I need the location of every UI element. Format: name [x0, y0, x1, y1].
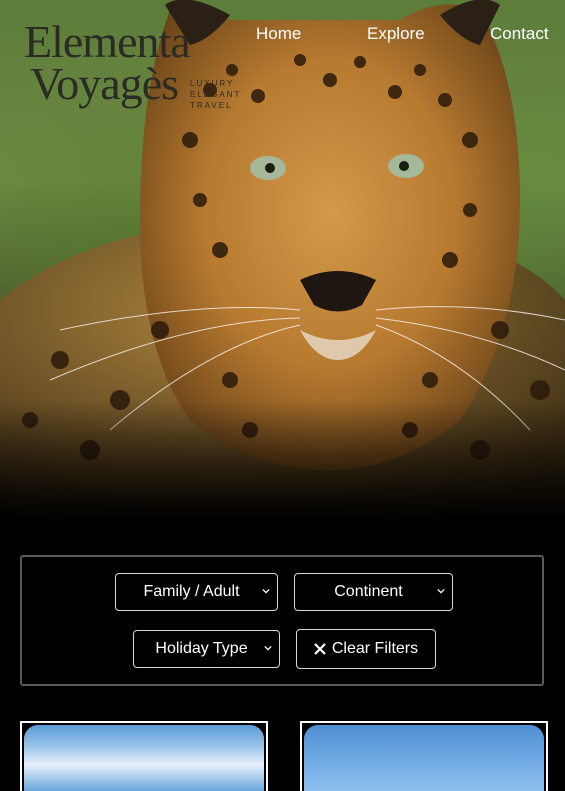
family-adult-value: Family / Adult [143, 583, 240, 600]
family-adult-select[interactable]: Family / Adult [115, 573, 278, 611]
close-icon [314, 643, 326, 655]
chevron-down-icon [437, 588, 445, 594]
holiday-type-value: Holiday Type [155, 640, 248, 657]
continent-select[interactable]: Continent [294, 573, 453, 611]
holiday-type-select[interactable]: Holiday Type [133, 630, 280, 668]
destination-card[interactable] [300, 721, 548, 791]
chevron-down-icon [264, 645, 272, 651]
filter-panel: Family / Adult Continent Holiday Type Cl… [20, 555, 544, 686]
chevron-down-icon [262, 588, 270, 594]
hero-fade [0, 400, 565, 520]
nav-home[interactable]: Home [256, 24, 301, 44]
nav-contact[interactable]: Contact [490, 24, 549, 44]
clear-filters-label: Clear Filters [331, 640, 419, 657]
nav-explore[interactable]: Explore [367, 24, 425, 44]
card-image [24, 725, 264, 791]
brand-logo[interactable]: Elementa Voyagès LUXURY ELEGANT TRAVEL [24, 18, 244, 118]
logo-line2: Voyagès [30, 58, 179, 109]
card-image [304, 725, 544, 791]
logo-tagline: LUXURY ELEGANT TRAVEL [190, 79, 242, 110]
destination-card[interactable] [20, 721, 268, 791]
clear-filters-button[interactable]: Clear Filters [296, 629, 436, 669]
continent-value: Continent [334, 583, 403, 600]
